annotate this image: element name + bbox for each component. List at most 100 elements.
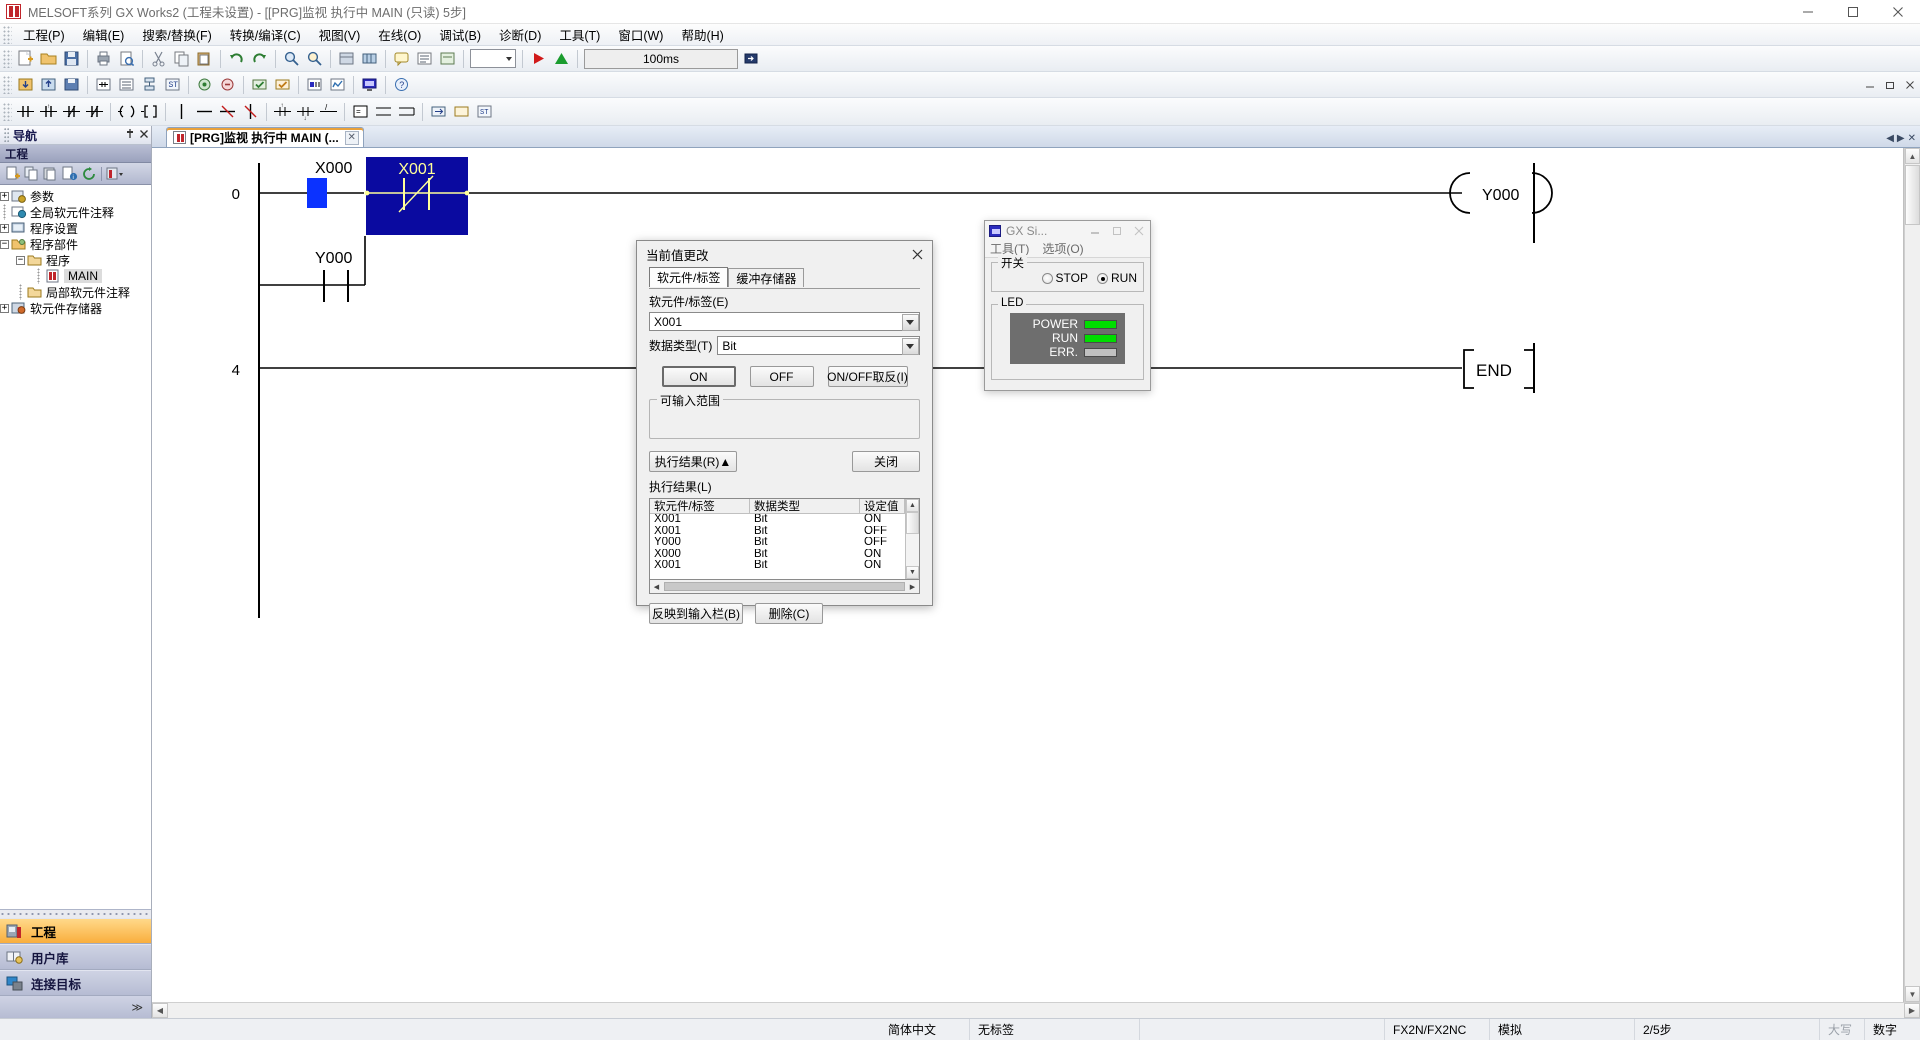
refresh-icon[interactable]	[80, 165, 97, 182]
save-icon[interactable]	[61, 48, 82, 69]
open-branch-icon[interactable]	[373, 101, 394, 122]
scroll-left-icon[interactable]: ◀	[650, 581, 663, 593]
result-list-horizontal-scrollbar[interactable]: ◀ ▶	[649, 580, 920, 594]
simulator-icon[interactable]	[359, 74, 380, 95]
sampling-trace-icon[interactable]	[327, 74, 348, 95]
dialog-close-icon[interactable]	[902, 242, 932, 266]
help-icon[interactable]: ?	[391, 74, 412, 95]
compile-icon[interactable]	[249, 74, 270, 95]
expander-minus-icon[interactable]: −	[0, 239, 9, 249]
label-icon[interactable]	[451, 101, 472, 122]
tree-item-global-device-comment[interactable]: 全局软元件注释	[0, 204, 151, 220]
mdi-close-button[interactable]	[1900, 73, 1920, 97]
menu-diagnostics[interactable]: 诊断(D)	[490, 23, 550, 46]
new-project-icon[interactable]	[15, 48, 36, 69]
expander-plus-icon[interactable]: +	[0, 223, 9, 233]
menu-project[interactable]: 工程(P)	[14, 23, 74, 46]
scroll-track-horizontal[interactable]	[168, 1003, 1904, 1018]
radio-dot-stop[interactable]	[1041, 272, 1053, 284]
tab-close-all-icon[interactable]: ✕	[1908, 133, 1916, 144]
tree-item-pou[interactable]: − 程序部件	[0, 236, 151, 252]
scroll-left-icon[interactable]: ◀	[152, 1003, 168, 1018]
simulator-maximize-button[interactable]	[1106, 221, 1128, 240]
expander-minus-icon[interactable]: −	[16, 255, 25, 265]
device-icon[interactable]	[359, 48, 380, 69]
list-view-icon[interactable]	[116, 74, 137, 95]
cut-icon[interactable]	[148, 48, 169, 69]
scroll-thumb-horizontal[interactable]	[664, 582, 905, 591]
nav-button-project[interactable]: 工程	[0, 918, 151, 944]
scroll-thumb[interactable]	[906, 512, 919, 534]
scroll-right-icon[interactable]: ▶	[906, 581, 919, 593]
comment-toggle-icon[interactable]	[391, 48, 412, 69]
column-header-value[interactable]: 设定值	[860, 499, 905, 513]
simulator-minimize-button[interactable]	[1084, 221, 1106, 240]
hline-delete-icon[interactable]	[217, 101, 238, 122]
execution-result-list[interactable]: 软元件/标签 数据类型 设定值 X001 Bit ON X001 Bit OFF…	[649, 498, 920, 580]
menu-tools[interactable]: 工具(T)	[550, 23, 609, 46]
instruction-box-icon[interactable]	[139, 101, 160, 122]
sfc-view-icon[interactable]	[139, 74, 160, 95]
navigation-pin-icon[interactable]	[123, 128, 137, 142]
expander-plus-icon[interactable]: +	[0, 191, 9, 201]
radio-run[interactable]: RUN	[1097, 271, 1137, 285]
copy-data-icon[interactable]	[23, 165, 40, 182]
menu-convert-compile[interactable]: 转换/编译(C)	[221, 23, 310, 46]
menu-online[interactable]: 在线(O)	[369, 23, 430, 46]
table-row[interactable]: X001 Bit OFF	[650, 526, 905, 538]
device-test-icon[interactable]	[304, 74, 325, 95]
rising-pulse-icon[interactable]: ↑	[272, 101, 293, 122]
gx-simulator-window[interactable]: GX Si... 工具(T) 选项(O) 开关 STOP RUN LED POW…	[984, 220, 1151, 391]
on-button[interactable]: ON	[661, 366, 736, 387]
falling-pulse-icon[interactable]: ↓	[295, 101, 316, 122]
scroll-track[interactable]	[1905, 225, 1920, 986]
dialog-tab-buffer-memory[interactable]: 缓冲存储器	[728, 268, 805, 287]
window-minimize-button[interactable]	[1785, 0, 1830, 24]
contact-no-icon[interactable]	[15, 101, 36, 122]
navigation-grip-handle[interactable]	[4, 128, 9, 142]
vline-delete-icon[interactable]	[240, 101, 261, 122]
off-button[interactable]: OFF	[749, 366, 814, 387]
undo-icon[interactable]	[226, 48, 247, 69]
chevron-down-icon[interactable]	[901, 313, 919, 331]
device-label-combo[interactable]: X001	[649, 312, 920, 331]
table-row[interactable]: Y000 Bit OFF	[650, 537, 905, 549]
scroll-track[interactable]	[906, 534, 919, 566]
menu-grip-handle[interactable]	[3, 25, 12, 44]
statement-icon[interactable]	[414, 48, 435, 69]
menu-search-replace[interactable]: 搜索/替换(F)	[133, 23, 220, 46]
monitor-mode-icon[interactable]	[194, 74, 215, 95]
invert-icon[interactable]: /	[318, 101, 339, 122]
window-close-button[interactable]	[1875, 0, 1920, 24]
dialog-close-button[interactable]: 关闭	[852, 451, 920, 472]
expander-plus-icon[interactable]: +	[0, 303, 9, 313]
print-preview-icon[interactable]	[116, 48, 137, 69]
scroll-up-icon[interactable]: ▲	[906, 499, 919, 512]
mdi-restore-button[interactable]	[1880, 73, 1900, 97]
tree-item-program-setting[interactable]: + 程序设置	[0, 220, 151, 236]
toolbar-grip-handle-2[interactable]	[3, 75, 12, 94]
tab-close-button[interactable]: ✕	[344, 130, 359, 145]
read-from-plc-icon[interactable]	[38, 74, 59, 95]
contact-no-pulse-icon[interactable]: ↑	[38, 101, 59, 122]
contact-nc-icon[interactable]	[61, 101, 82, 122]
close-branch-icon[interactable]	[396, 101, 417, 122]
jump-icon[interactable]	[428, 101, 449, 122]
data-type-combo[interactable]: Bit	[717, 336, 920, 355]
window-maximize-button[interactable]	[1830, 0, 1875, 24]
navigation-splitter[interactable]	[0, 909, 151, 918]
navigation-close-icon[interactable]	[137, 129, 151, 142]
column-header-datatype[interactable]: 数据类型	[750, 499, 860, 513]
copy-icon[interactable]	[171, 48, 192, 69]
open-project-icon[interactable]	[38, 48, 59, 69]
monitor-write-icon[interactable]	[217, 74, 238, 95]
scroll-thumb[interactable]	[1905, 165, 1920, 225]
find-icon[interactable]	[281, 48, 302, 69]
simulator-close-button[interactable]	[1128, 221, 1150, 240]
mdi-minimize-button[interactable]	[1860, 73, 1880, 97]
tree-item-program[interactable]: − 程序	[0, 252, 151, 268]
scan-settings-icon[interactable]	[741, 48, 762, 69]
save-to-pc-icon[interactable]	[61, 74, 82, 95]
ladder-horizontal-scrollbar[interactable]: ◀ ▶	[152, 1002, 1920, 1018]
program-block-icon[interactable]	[336, 48, 357, 69]
